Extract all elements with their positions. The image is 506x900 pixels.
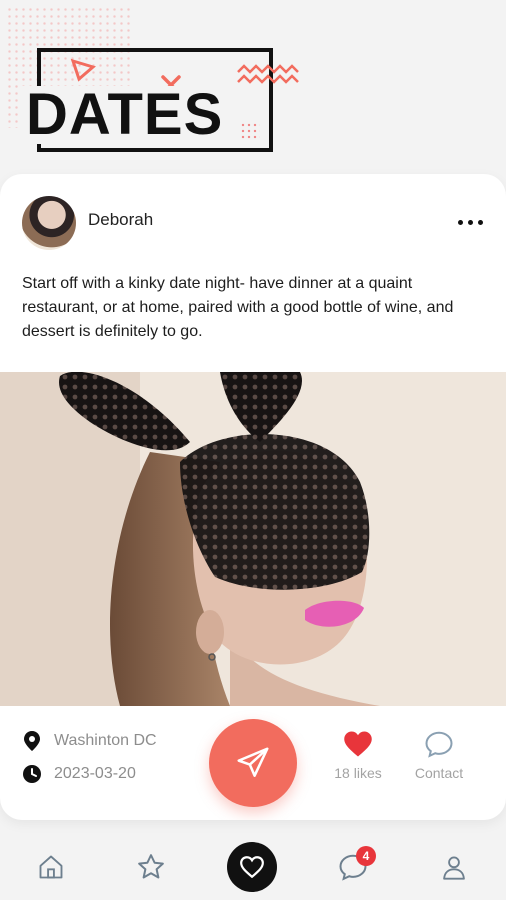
clock-icon [23,765,41,783]
author-avatar[interactable] [22,196,76,250]
contact-label: Contact [414,765,464,781]
paper-plane-icon [237,747,269,777]
location-pin-icon [24,731,40,751]
star-icon [138,854,164,879]
portrait-illustration [0,372,506,706]
heart-outline-icon [240,856,264,879]
author-name[interactable]: Deborah [88,210,153,230]
nav-dates-active [227,842,277,892]
bottom-navigation: 4 [0,830,506,900]
page-title: DATES [22,86,228,144]
location-text: Washinton DC [54,732,157,749]
dot-icon [457,219,463,225]
post-photo[interactable] [0,372,506,706]
page-header: DATES [0,0,506,170]
user-icon [443,856,465,880]
nav-dates[interactable] [227,842,277,892]
home-icon [39,855,63,879]
nav-favorites[interactable] [126,842,176,892]
nav-home[interactable] [26,842,76,892]
chat-bubble-icon [425,731,453,758]
heart-icon [344,731,372,757]
like-button[interactable]: 18 likes [328,730,388,781]
date-text: 2023-03-20 [54,765,136,782]
dot-icon [477,219,483,225]
nav-messages[interactable]: 4 [328,842,378,892]
date-row: 2023-03-20 [22,764,136,784]
dot-icon [467,219,473,225]
post-text: Start off with a kinky date night- have … [22,275,454,340]
more-options-button[interactable] [452,212,488,232]
nav-profile[interactable] [429,842,479,892]
post-card: Deborah Start off with a kinky date nigh… [0,174,506,820]
zigzag-decoration-icon [237,64,299,84]
location-row: Washinton DC [22,730,157,752]
triangle-decoration-icon [70,58,96,82]
send-message-button[interactable] [209,719,297,807]
messages-badge: 4 [356,846,376,866]
dot-pattern-small-decoration [240,122,260,140]
contact-button[interactable]: Contact [404,730,474,781]
likes-count: 18 likes [334,765,382,781]
